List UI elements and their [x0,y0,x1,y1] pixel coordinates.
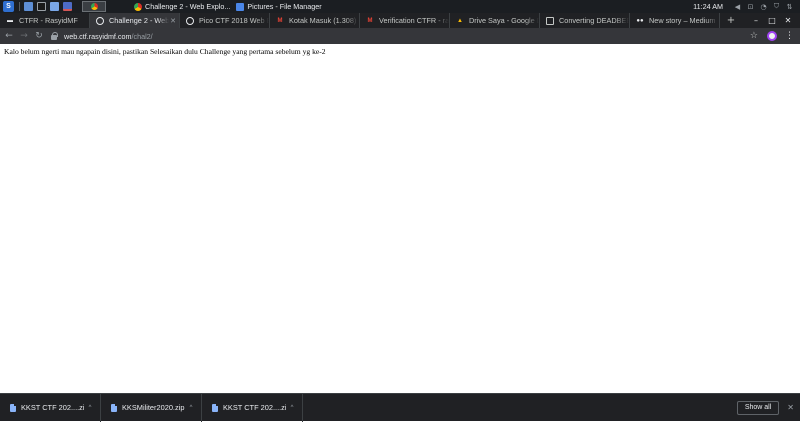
new-tab-button[interactable]: + [724,13,738,28]
system-tray: 11:24 AM ◀ ⊡ ◔ ⛉ ⇅ [693,0,800,13]
shield-icon[interactable]: ⛉ [772,2,781,11]
ctfr-favicon: ▬ [7,17,13,24]
tab-title: Challenge 2 - Web Explo [109,16,169,25]
files-icon[interactable] [24,2,33,11]
volume-icon[interactable]: ◀ [733,3,742,11]
tab-gmail-inbox[interactable]: M Kotak Masuk (1.308) - r [270,13,360,28]
close-shelf-icon[interactable]: ✕ [787,403,794,412]
browser-tab-strip: ▬ CTFR - RasyidMF Challenge 2 - Web Expl… [0,13,800,28]
toolbar-actions: ☆ ⋮ [750,31,800,41]
chrome-icon [90,3,98,10]
tab-google-drive[interactable]: ▲ Drive Saya - Google Dri [450,13,540,28]
window-controls: – □ ✕ [748,13,800,28]
tab-title: Verification CTFR - rasy [379,16,449,25]
distro-menu-icon[interactable]: S [3,1,14,12]
taskbar-window-title: Pictures - File Manager [247,2,322,11]
tab-medium[interactable]: ●● New story – Medium [630,13,720,28]
taskbar-window-file-manager[interactable]: Pictures - File Manager [236,0,322,13]
bookmark-star-icon[interactable]: ☆ [750,31,758,41]
chevron-up-icon[interactable]: ^ [286,405,298,411]
medium-icon: ●● [636,17,644,24]
download-item[interactable]: KKST CTF 202....zip ^ [202,393,303,422]
terminal-icon[interactable] [37,2,46,11]
mail-icon[interactable] [63,2,72,11]
zip-file-icon [111,403,117,412]
zip-file-icon [10,403,16,412]
divider [19,2,20,11]
chevron-up-icon[interactable]: ^ [185,405,197,411]
url-host: web.ctf.rasyidmf.com [64,31,132,41]
web-favicon [186,16,194,25]
close-window-icon[interactable]: ✕ [780,16,796,25]
back-arrow-icon[interactable]: ← [3,30,15,42]
gmail-icon: M [277,17,283,24]
lock-icon[interactable] [51,31,59,41]
page-viewport: Kalo belum ngerti mau ngapain disini, pa… [0,44,800,393]
show-all-button[interactable]: Show all [736,400,780,415]
tab-title: CTFR - RasyidMF [19,16,78,25]
file-manager-icon [236,2,245,11]
zip-file-icon [212,403,218,412]
tab-title: Drive Saya - Google Dri [469,16,539,25]
profile-avatar-icon[interactable] [767,31,777,41]
tab-converting[interactable]: Converting DEADBEEF to [540,13,630,28]
tab-title: Pico CTF 2018 Web Exp [199,16,269,25]
tab-pico-ctf[interactable]: Pico CTF 2018 Web Exp [180,13,270,28]
download-shelf: KKST CTF 202....zip ^ KKSMiliter2020.zip… [0,393,800,422]
taskbar-window-chrome[interactable]: Challenge 2 - Web Explo... [134,0,230,13]
download-filename: KKSMiliter2020.zip [122,403,185,412]
download-item[interactable]: KKSMiliter2020.zip ^ [101,393,202,422]
network-icon[interactable]: ⇅ [785,3,794,11]
table-icon [546,16,554,25]
clock[interactable]: 11:24 AM [693,2,723,11]
tab-title: Converting DEADBEEF to [559,16,629,25]
chrome-launcher-active[interactable] [82,1,106,12]
tab-verification[interactable]: M Verification CTFR - rasy [360,13,450,28]
tab-ctfr[interactable]: ▬ CTFR - RasyidMF [0,13,90,28]
web-favicon [96,16,104,25]
chrome-icon [134,2,142,11]
tab-title: Kotak Masuk (1.308) - r [289,16,359,25]
download-filename: KKST CTF 202....zip [223,403,286,412]
reload-icon[interactable]: ↻ [33,30,45,42]
download-item[interactable]: KKST CTF 202....zip ^ [0,393,101,422]
download-filename: KKST CTF 202....zip [21,403,84,412]
tab-challenge-2[interactable]: Challenge 2 - Web Explo ✕ [90,13,180,28]
updates-icon[interactable]: ⊡ [746,3,755,11]
maximize-icon[interactable]: □ [764,16,780,25]
chevron-up-icon[interactable]: ^ [84,405,96,411]
url-path: /chal2/ [131,31,153,41]
close-tab-icon[interactable]: ✕ [169,17,177,25]
notification-icon[interactable]: ◔ [759,3,768,11]
folder-icon[interactable] [50,2,59,11]
menu-kebab-icon[interactable]: ⋮ [785,31,794,41]
browser-toolbar: ← → ↻ web.ctf.rasyidmf.com/chal2/ ☆ ⋮ [0,28,800,44]
app-launcher: S [0,0,74,13]
tab-title: New story – Medium [649,16,716,25]
drive-icon: ▲ [457,17,463,24]
address-bar[interactable]: web.ctf.rasyidmf.com/chal2/ [51,30,750,42]
forward-arrow-icon[interactable]: → [18,30,30,42]
taskbar-window-title: Challenge 2 - Web Explo... [145,2,231,11]
gmail-icon: M [367,17,373,24]
os-taskbar: S Challenge 2 - Web Explo... Pictures - … [0,0,800,13]
minimize-icon[interactable]: – [748,16,764,25]
page-text: Kalo belum ngerti mau ngapain disini, pa… [4,47,326,56]
